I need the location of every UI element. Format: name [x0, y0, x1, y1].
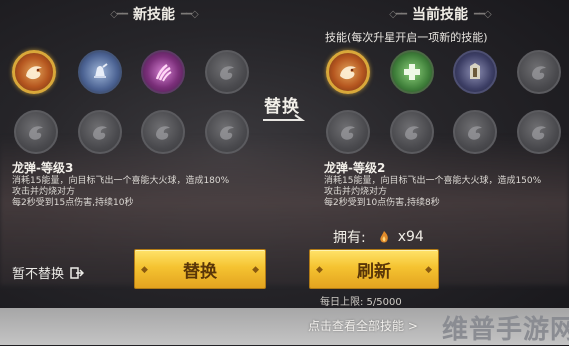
empty-skill-slot[interactable] — [205, 110, 249, 154]
new-skill-description: 消耗15能量，向目标飞出一个喜能大火球，造成180% 攻击并灼烧对方 每2秒受到… — [12, 176, 229, 209]
flame-token-icon — [380, 231, 388, 243]
empty-skill-slot[interactable] — [517, 110, 561, 154]
ornament-right-icon: ━━◇ — [181, 8, 199, 20]
daily-limit: 每日上限: 5/5000 — [320, 297, 402, 308]
empty-skill-slot[interactable] — [390, 110, 434, 154]
ornament-left-icon: ◇━━ — [389, 8, 407, 20]
owned-label: 拥有: — [333, 230, 366, 246]
description-line: 消耗15能量，向目标飞出一个喜能大火球，造成150% — [324, 176, 542, 186]
current-skill-description: 消耗15能量，向目标飞出一个喜能大火球，造成150% 攻击并灼烧对方 每2秒受到… — [324, 176, 541, 209]
exit-icon — [70, 266, 85, 279]
new-skill-name: 龙弹-等级3 — [12, 161, 74, 175]
description-line: 消耗15能量，向目标飞出一个喜能大火球，造成180% — [12, 176, 230, 186]
dragon-skill-icon[interactable] — [12, 50, 56, 94]
owned-count: x94 — [397, 229, 424, 245]
dragon-skill-icon[interactable] — [326, 50, 370, 94]
empty-skill-slot[interactable] — [205, 50, 249, 94]
description-line: 攻击并灼烧对方 — [324, 187, 388, 197]
description-line: 攻击并灼烧对方 — [12, 187, 76, 197]
ornament-dot-icon: ◆ — [425, 265, 432, 275]
no-replace-button[interactable]: 暂不替换 — [12, 263, 85, 282]
armor-skill-icon[interactable] — [453, 50, 497, 94]
empty-skill-slot[interactable] — [141, 110, 185, 154]
current-skill-name: 龙弹-等级2 — [324, 161, 386, 175]
heal-skill-icon[interactable] — [390, 50, 434, 94]
current-skills-hint: 技能(每次升星开启一项新的技能) — [325, 31, 488, 44]
description-line: 每2秒受到10点伤害,持续8秒 — [324, 198, 440, 208]
empty-skill-slot[interactable] — [78, 110, 122, 154]
ornament-right-icon: ━━◇ — [474, 8, 492, 20]
ornament-dot-icon: ◆ — [316, 265, 323, 275]
ornament-left-icon: ◇━━ — [110, 8, 128, 20]
empty-skill-slot[interactable] — [517, 50, 561, 94]
description-line: 每2秒受到15点伤害,持续10秒 — [12, 198, 134, 208]
empty-skill-slot[interactable] — [14, 110, 58, 154]
replace-button-label: 替换 — [183, 261, 217, 282]
refresh-button-label: 刷新 — [357, 261, 391, 282]
replace-button[interactable]: ◆ 替换 ◆ — [134, 249, 266, 289]
view-all-skills-link[interactable]: 点击查看全部技能 > — [308, 317, 418, 334]
background-terrain — [0, 135, 569, 285]
current-skills-title: 当前技能 — [412, 7, 468, 23]
owned-resource: 拥有: x94 — [333, 227, 424, 247]
bell-skill-icon[interactable] — [78, 50, 122, 94]
no-replace-label: 暂不替换 — [12, 267, 65, 282]
arrow-right-icon — [263, 114, 306, 121]
ornament-dot-icon: ◆ — [141, 265, 148, 275]
empty-skill-slot[interactable] — [453, 110, 497, 154]
watermark: 维普手游网 — [442, 315, 569, 345]
new-skills-header: ◇━━ 新技能 ━━◇ — [74, 4, 234, 24]
refresh-button[interactable]: ◆ 刷新 ◆ — [309, 249, 439, 289]
new-skills-title: 新技能 — [133, 7, 175, 23]
empty-skill-slot[interactable] — [326, 110, 370, 154]
ornament-dot-icon: ◆ — [252, 265, 259, 275]
current-skills-header: ◇━━ 当前技能 ━━◇ — [360, 4, 520, 24]
claw-skill-icon[interactable] — [141, 50, 185, 94]
